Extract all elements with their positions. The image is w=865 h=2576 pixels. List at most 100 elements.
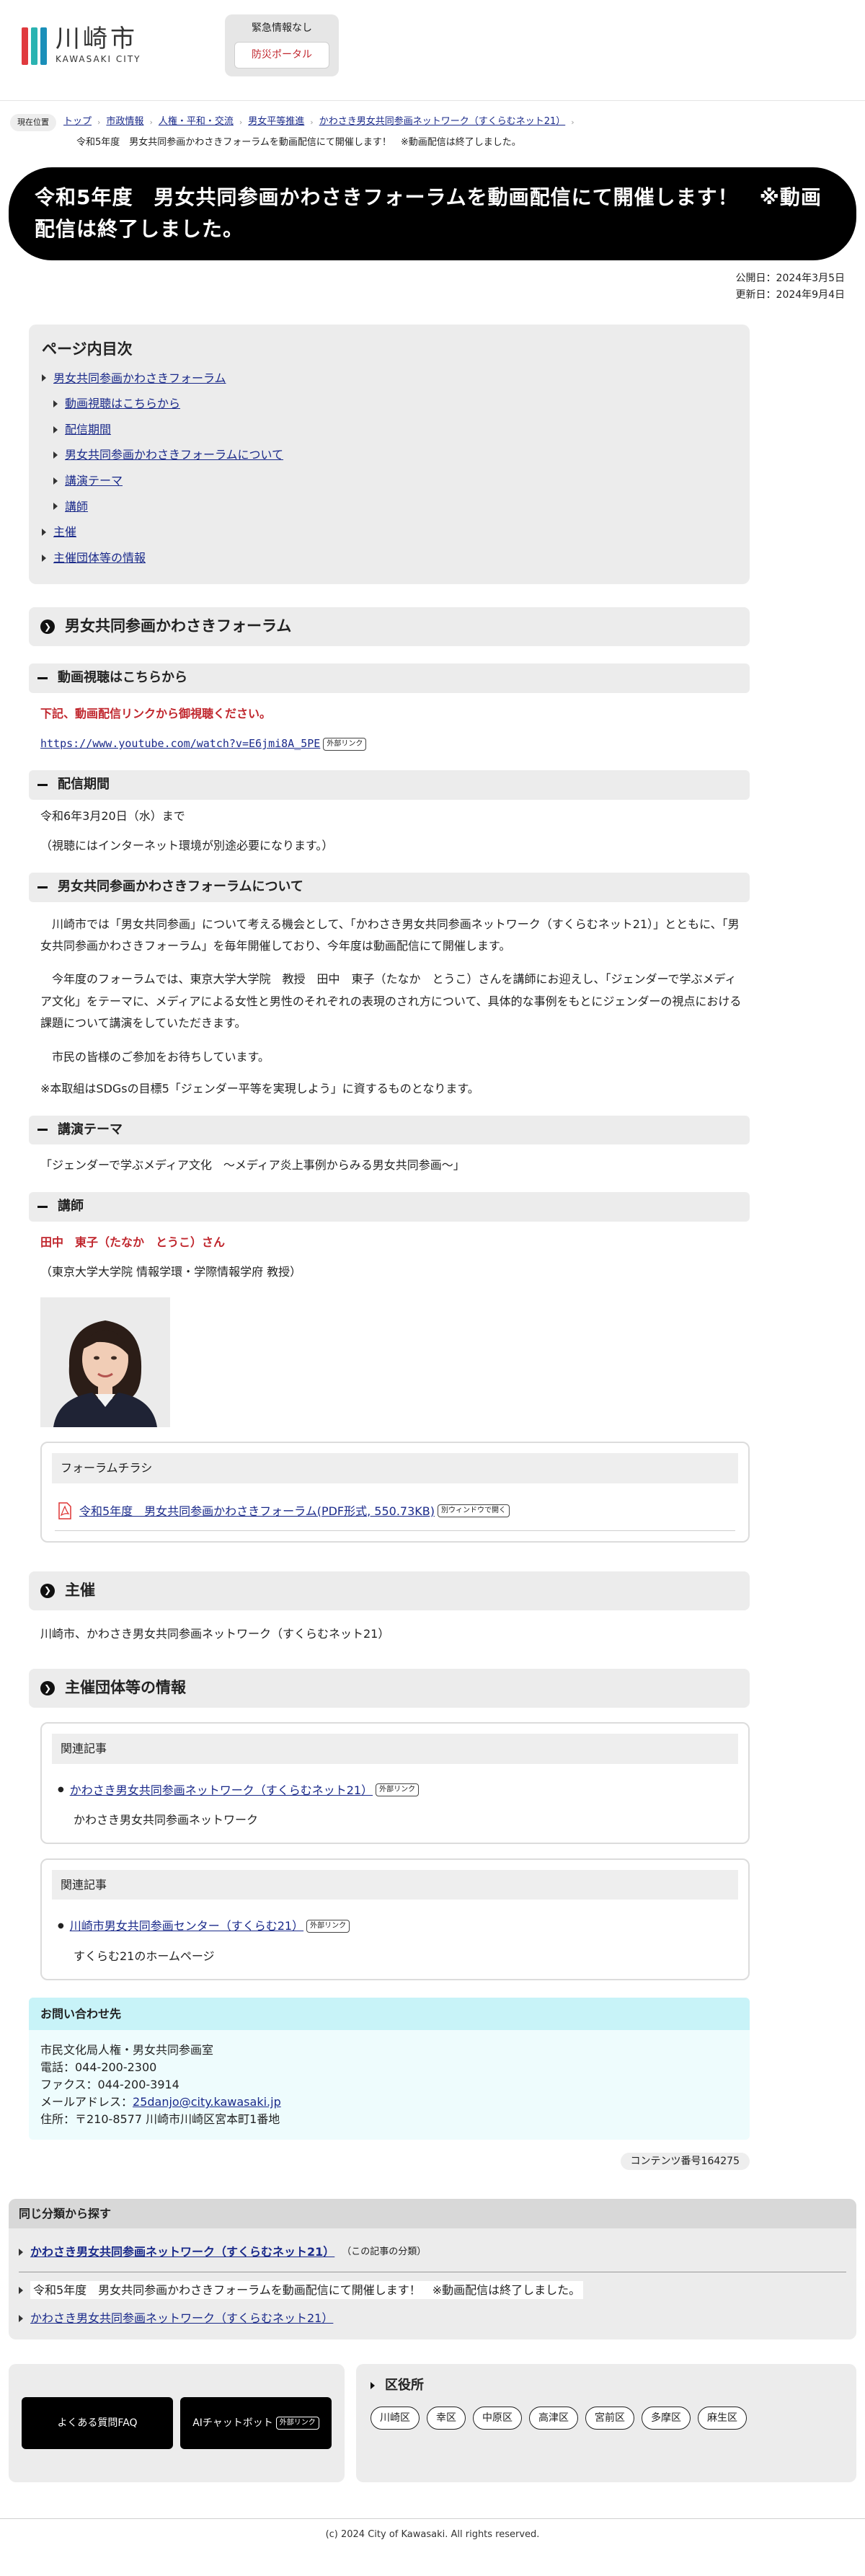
faq-panel: よくある質問FAQ AIチャットボット 外部リンク <box>9 2364 345 2483</box>
lecturer-name: 田中 東子（たなか とうこ）さん <box>40 1235 226 1249</box>
emergency-info-panel: 緊急情報なし 防災ポータル <box>225 14 339 76</box>
youtube-link[interactable]: https://www.youtube.com/watch?v=E6jmi8A_… <box>40 737 320 750</box>
dash-icon <box>37 676 48 679</box>
toc-link[interactable]: 動画視聴はこちらから <box>65 394 180 413</box>
category-note: （この記事の分類） <box>342 2246 427 2257</box>
logo-name-en: KAWASAKI CITY <box>56 54 141 65</box>
logo-bar-teal <box>31 27 37 66</box>
dash-icon <box>37 886 48 888</box>
current-article: 令和5年度 男女共同参画かわさきフォーラムを動画配信にて開催します！ ※動画配信… <box>30 2280 584 2300</box>
flyer-pdf-link[interactable]: 令和5年度 男女共同参画かわさきフォーラム(PDF形式, 550.73KB) <box>79 1502 435 1521</box>
same-category-current-row: 令和5年度 男女共同参画かわさきフォーラムを動画配信にて開催します！ ※動画配信… <box>9 2280 856 2300</box>
lecturer-portrait-image <box>40 1297 170 1427</box>
breadcrumb-separator-icon: › <box>149 118 153 127</box>
pdf-icon <box>58 1502 71 1520</box>
heading-text: 講師 <box>58 1198 84 1214</box>
triangle-icon <box>19 2315 23 2323</box>
related-box-title: 関連記事 <box>52 1733 738 1764</box>
heading-text: 主催 <box>65 1582 95 1600</box>
toc-item: 講演テーマ <box>42 472 737 490</box>
same-category-section: 同じ分類から探す かわさき男女共同参画ネットワーク（すくらむネット21） （この… <box>9 2198 856 2340</box>
faq-button[interactable]: よくある質問FAQ <box>22 2397 173 2450</box>
dash-icon <box>37 1129 48 1132</box>
content-number-badge: コンテンツ番号164275 <box>620 2153 750 2171</box>
dash-icon <box>37 783 48 786</box>
heading-text: 主催団体等の情報 <box>65 1679 186 1697</box>
updated-date: 更新日：2024年9月4日 <box>735 288 845 301</box>
lecturer-affiliation: （東京大学大学院 情報学環・学際情報学府 教授） <box>40 1265 302 1279</box>
triangle-icon <box>53 451 58 459</box>
disaster-portal-button[interactable]: 防災ポータル <box>234 42 329 69</box>
related-item: ● 川崎市男女共同参画センター（すくらむ21） 外部リンク <box>58 1917 738 1936</box>
flyer-box: フォーラムチラシ 令和5年度 男女共同参画かわさきフォーラム(PDF形式, 55… <box>40 1441 750 1543</box>
related-article-box: 関連記事 ● 川崎市男女共同参画センター（すくらむ21） 外部リンク すくらむ21… <box>40 1858 750 1980</box>
ward-button-nakahara[interactable]: 中原区 <box>473 2406 522 2430</box>
faq-label: よくある質問FAQ <box>57 2417 138 2429</box>
video-notice: 下記、動画配信リンクから御視聴ください。 <box>40 706 272 720</box>
toc-link[interactable]: 男女共同参画かわさきフォーラム <box>53 369 226 388</box>
category-link[interactable]: かわさき男女共同参画ネットワーク（すくらむネット21） <box>30 2243 334 2262</box>
contact-fax: ファクス：044-200-3914 <box>40 2078 179 2092</box>
ai-chatbot-button[interactable]: AIチャットボット 外部リンク <box>180 2397 332 2450</box>
toc-link[interactable]: 講演テーマ <box>65 472 123 490</box>
bullet-icon: ● <box>58 1786 64 1794</box>
same-category-link[interactable]: かわさき男女共同参画ネットワーク（すくらむネット21） <box>30 2309 333 2328</box>
contact-tel: 電話：044-200-2300 <box>40 2060 157 2075</box>
breadcrumb-gender-equality[interactable]: 男女平等推進 <box>248 115 304 130</box>
heading-text: 区役所 <box>385 2378 424 2394</box>
breadcrumb-separator-icon: › <box>310 118 314 127</box>
toc-link[interactable]: 主催 <box>53 523 76 542</box>
ward-button-tama[interactable]: 多摩区 <box>642 2406 691 2430</box>
toc-item: 動画視聴はこちらから <box>42 394 737 413</box>
ward-button-asao[interactable]: 麻生区 <box>698 2406 747 2430</box>
related-article-box: 関連記事 ● かわさき男女共同参画ネットワーク（すくらむネット21） 外部リンク … <box>40 1721 750 1844</box>
contact-address: 住所：〒210-8577 川崎市川崎区宮本町1番地 <box>40 2112 280 2127</box>
section-heading-organizer: ❯ 主催 <box>29 1571 750 1610</box>
toc-link[interactable]: 配信期間 <box>65 420 111 439</box>
section-heading-forum: ❯ 男女共同参画かわさきフォーラム <box>29 607 750 646</box>
chevron-circle-icon: ❯ <box>40 619 55 635</box>
related-link-scrum21[interactable]: 川崎市男女共同参画センター（すくらむ21） <box>70 1917 303 1936</box>
ward-list: 川崎区 幸区 中原区 高津区 宮前区 多摩区 麻生区 <box>371 2406 842 2430</box>
contact-email-link[interactable]: 25danjo@city.kawasaki.jp <box>133 2095 281 2109</box>
logo-mark <box>22 27 47 66</box>
breadcrumb-top[interactable]: トップ <box>63 115 92 130</box>
toc-link[interactable]: 講師 <box>65 498 88 516</box>
ward-button-saiwai[interactable]: 幸区 <box>427 2406 466 2430</box>
flyer-file-row: 令和5年度 男女共同参画かわさきフォーラム(PDF形式, 550.73KB) 別ウ… <box>58 1502 738 1521</box>
content-number: コンテンツ番号164275 <box>29 2151 750 2171</box>
logo-bar-red <box>22 27 28 66</box>
related-item: ● かわさき男女共同参画ネットワーク（すくらむネット21） 外部リンク <box>58 1781 738 1800</box>
breadcrumb-separator-icon: › <box>97 118 101 127</box>
triangle-icon <box>19 2249 23 2257</box>
ward-button-kawasaki[interactable]: 川崎区 <box>371 2406 420 2430</box>
toc-item: 配信期間 <box>42 420 737 439</box>
logo-bar-blue <box>40 27 47 66</box>
chevron-circle-icon: ❯ <box>40 1681 55 1696</box>
toc-item: 講師 <box>42 498 737 516</box>
ward-button-miyamae[interactable]: 宮前区 <box>585 2406 634 2430</box>
sdgs-note: ※本取組はSDGsの目標5「ジェンダー平等を実現しよう」に資するものとなります。 <box>40 1082 479 1095</box>
dash-icon <box>37 1205 48 1208</box>
triangle-icon <box>42 554 46 562</box>
breadcrumb-human-rights[interactable]: 人権・平和・交流 <box>159 115 234 130</box>
ward-office-heading: 区役所 <box>371 2376 842 2396</box>
copyright: (c) 2024 City of Kawasaki. All rights re… <box>325 2529 540 2541</box>
period-note: （視聴にはインターネット環境が別途必要になります。） <box>40 839 334 853</box>
toc-link[interactable]: 男女共同参画かわさきフォーラムについて <box>65 446 283 464</box>
breadcrumb-separator-icon: › <box>239 118 243 127</box>
related-link-scrum-net[interactable]: かわさき男女共同参画ネットワーク（すくらむネット21） <box>70 1781 373 1800</box>
section-heading-org-info: ❯ 主催団体等の情報 <box>29 1669 750 1708</box>
city-logo[interactable]: 川崎市 KAWASAKI CITY <box>22 25 141 67</box>
about-paragraph: 川崎市では「男女共同参画」について考える機会として、「かわさき男女共同参画ネット… <box>40 917 740 953</box>
toc-link[interactable]: 主催団体等の情報 <box>53 549 146 568</box>
logo-name-jp: 川崎市 <box>56 25 138 53</box>
theme-text: 「ジェンダーで学ぶメディア文化 ～メディア炎上事例からみる男女共同参画～」 <box>40 1158 465 1173</box>
same-category-heading: 同じ分類から探す <box>9 2198 856 2229</box>
breadcrumb-scrum-net[interactable]: かわさき男女共同参画ネットワーク（すくらむネット21） <box>319 115 566 130</box>
ward-button-takatsu[interactable]: 高津区 <box>529 2406 578 2430</box>
breadcrumb-city-info[interactable]: 市政情報 <box>106 115 143 130</box>
chevron-circle-icon: ❯ <box>40 1583 55 1598</box>
same-category-row: かわさき男女共同参画ネットワーク（すくらむネット21） <box>9 2309 856 2328</box>
breadcrumb-current: 令和5年度 男女共同参画かわさきフォーラムを動画配信にて開催します！ ※動画配信… <box>76 136 521 148</box>
